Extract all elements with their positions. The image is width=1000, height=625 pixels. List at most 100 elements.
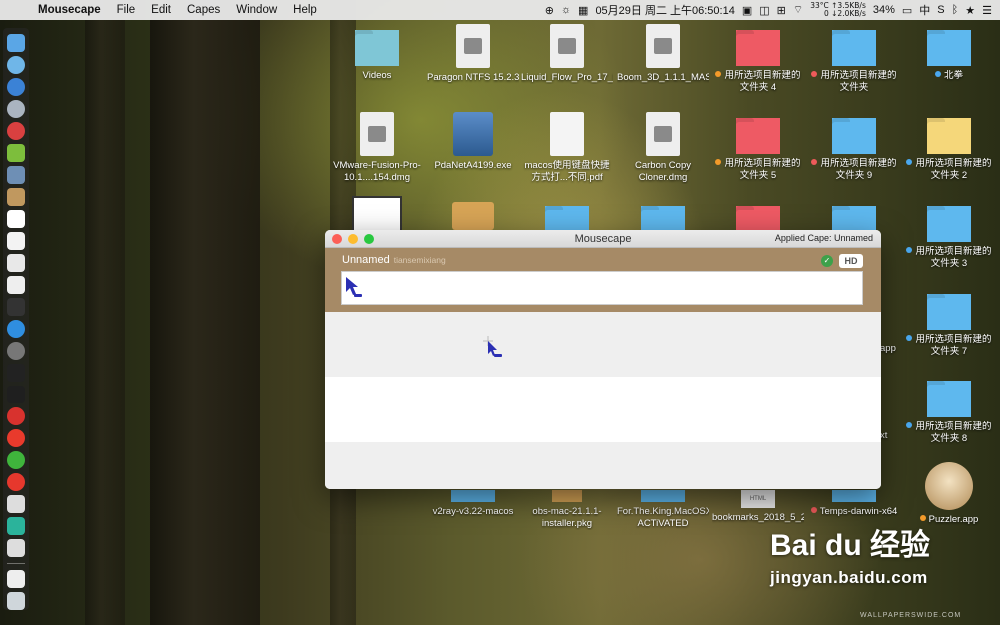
desktop-icon-bookmarks[interactable]: HTML bookmarks_2018_5_21.html	[712, 490, 804, 524]
calendar-dock-icon[interactable]	[7, 209, 25, 228]
desktop-icon-carbon-copy[interactable]: Carbon Copy Cloner.dmg	[617, 112, 709, 184]
package-icon	[452, 202, 494, 230]
siri-icon[interactable]: ★	[965, 4, 975, 17]
desktop-icon-folder-5[interactable]: 用所选项目新建的文件夹 5	[712, 118, 804, 182]
dock	[3, 28, 29, 611]
yandex-icon[interactable]	[7, 429, 25, 448]
terminal-alt-icon[interactable]	[7, 297, 25, 316]
terminal-icon[interactable]	[7, 385, 25, 404]
desktop-icon-videos[interactable]: Videos	[331, 30, 423, 82]
puzzler-app-icon	[925, 462, 973, 510]
document-icon[interactable]	[7, 495, 25, 514]
menu-extra-icon[interactable]: ▣	[742, 4, 752, 17]
desktop-icon-boom3d[interactable]: Boom_3D_1.1.1_MAS_[TNT].dmg	[617, 24, 709, 84]
network-speed[interactable]: 33°C ↑3.5KB/s 0 ↓2.0KB/s	[810, 2, 866, 18]
folder-icon	[736, 30, 780, 66]
desktop-icon-label: 用所选项目新建的文件夹 5	[712, 158, 804, 182]
menu-capes[interactable]: Capes	[187, 4, 220, 16]
desktop-icon-label: obs-mac-21.1.1-installer.pkg	[532, 506, 602, 529]
cape-name-text: Unnamed	[342, 254, 390, 266]
mouse-pointer-icon	[483, 336, 502, 357]
menu-app-name[interactable]: Mousecape	[38, 4, 101, 16]
desktop-icon-label: 用所选项目新建的文件夹 8	[903, 421, 995, 445]
list-icon[interactable]: ☰	[982, 4, 992, 17]
desktop-icon-label: macos使用键盘快捷方式打...不同.pdf	[524, 160, 610, 183]
cape-row-selected[interactable]: Unnamed tiansemixiang ✓ HD	[325, 248, 881, 312]
menu-file[interactable]: File	[117, 4, 136, 16]
desktop-icon-pdanet[interactable]: PdaNetA4199.exe	[427, 112, 519, 172]
partial-label-app: app	[880, 343, 896, 354]
desktop-icon-package[interactable]	[427, 202, 519, 230]
list-row[interactable]	[325, 442, 881, 489]
folder-icon	[451, 490, 495, 502]
android-icon[interactable]	[7, 143, 25, 162]
desktop-icon-folder-7[interactable]: 用所选项目新建的文件夹 7	[903, 294, 995, 358]
brightness-icon[interactable]: ☼	[561, 4, 571, 16]
window-titlebar[interactable]: Mousecape Applied Cape: Unnamed	[325, 230, 881, 248]
netease-music-icon[interactable]	[7, 473, 25, 492]
battery-icon[interactable]: ▭	[902, 4, 912, 17]
globe-icon[interactable]: ⊕	[545, 4, 554, 17]
desktop-icon-paragon[interactable]: Paragon NTFS 15.2.319...ark].dmg	[427, 24, 519, 84]
disk-image-icon	[360, 112, 394, 156]
preview-doc-icon[interactable]	[7, 539, 25, 558]
desktop-icon-puzzler[interactable]: Puzzler.app	[903, 462, 995, 526]
watermark-url: jingyan.baidu.com	[770, 568, 928, 587]
desktop-icon-v2ray[interactable]: v2ray-v3.22-macos	[427, 490, 519, 518]
system-preferences-icon[interactable]	[7, 341, 25, 360]
tree-trunk	[85, 0, 125, 625]
desktop-icon-label: Liquid_Flow_Pro_17_MAS_in...NT].dmg	[521, 72, 613, 83]
trash-icon[interactable]	[7, 592, 25, 611]
desktop-icon-beiquan[interactable]: 北拳	[903, 30, 995, 82]
wechat-icon[interactable]	[7, 451, 25, 470]
dock-separator	[7, 563, 25, 565]
input-method[interactable]: 中	[919, 2, 930, 18]
menu-edit[interactable]: Edit	[151, 4, 171, 16]
wifi-icon[interactable]: ⌔	[793, 3, 803, 17]
finder-icon[interactable]	[7, 34, 25, 52]
textedit-icon[interactable]	[7, 275, 25, 294]
desktop-icon-vmware[interactable]: VMware-Fusion-Pro-10.1....154.dmg	[331, 112, 423, 184]
app-extra-icon[interactable]: S	[937, 4, 944, 16]
desktop-icon-temps[interactable]: Temps-darwin-x64	[808, 490, 900, 518]
list-row[interactable]	[325, 377, 881, 442]
desktop-icon-label: Videos	[362, 70, 392, 81]
desktop-icon-macos-pdf[interactable]: macos使用键盘快捷方式打...不同.pdf	[521, 112, 613, 184]
cape-list-area[interactable]	[325, 312, 881, 489]
preview-icon[interactable]	[7, 165, 25, 184]
contacts-icon[interactable]	[7, 187, 25, 206]
app-store-icon[interactable]	[7, 319, 25, 338]
desktop-icon-folder-9[interactable]: 用所选项目新建的文件夹 9	[808, 118, 900, 182]
downloads-icon[interactable]	[7, 570, 25, 589]
safari-icon[interactable]	[7, 77, 25, 96]
desktop-icon-label: 北拳	[903, 70, 995, 82]
display-icon[interactable]: ◫	[759, 4, 769, 17]
siri-dock-icon[interactable]	[7, 55, 25, 74]
menu-window[interactable]: Window	[236, 4, 277, 16]
reminders-icon[interactable]	[7, 253, 25, 272]
grid-icon[interactable]: ⊞	[777, 4, 786, 17]
battery-percent[interactable]: 34%	[873, 4, 895, 16]
list-row[interactable]	[325, 312, 881, 377]
arrow-cursor-icon	[346, 277, 362, 297]
desktop-icon-folder-2[interactable]: 用所选项目新建的文件夹 2	[903, 118, 995, 182]
clock-text[interactable]: 05月29日 周二 上午06:50:14	[595, 2, 734, 18]
notes-icon[interactable]	[7, 231, 25, 250]
menu-help[interactable]: Help	[293, 4, 317, 16]
vivaldi-icon[interactable]	[7, 407, 25, 426]
calendar-icon[interactable]: ▦	[578, 4, 588, 17]
app-teal-icon[interactable]	[7, 517, 25, 536]
bluetooth-icon[interactable]: ᛒ	[952, 4, 959, 16]
desktop-icon-folder[interactable]: 用所选项目新建的文件夹	[808, 30, 900, 94]
desktop-icon-folder-3[interactable]: 用所选项目新建的文件夹 3	[903, 206, 995, 270]
launchpad-icon[interactable]	[7, 99, 25, 118]
desktop-icon-obs[interactable]: obs-mac-21.1.1-installer.pkg	[521, 490, 613, 530]
desktop-icon-folder-4[interactable]: 用所选项目新建的文件夹 4	[712, 30, 804, 94]
cursor-preview-strip[interactable]	[341, 271, 863, 305]
desktop-icon-for-the-king[interactable]: For.The.King.MacOSX-ACTiVATED	[617, 490, 709, 530]
desktop-icon-folder-8[interactable]: 用所选项目新建的文件夹 8	[903, 381, 995, 445]
app-red-icon[interactable]	[7, 121, 25, 140]
folder-icon	[927, 118, 971, 154]
desktop-icon-liquid-flow[interactable]: Liquid_Flow_Pro_17_MAS_in...NT].dmg	[521, 24, 613, 84]
activity-monitor-icon[interactable]	[7, 363, 25, 382]
